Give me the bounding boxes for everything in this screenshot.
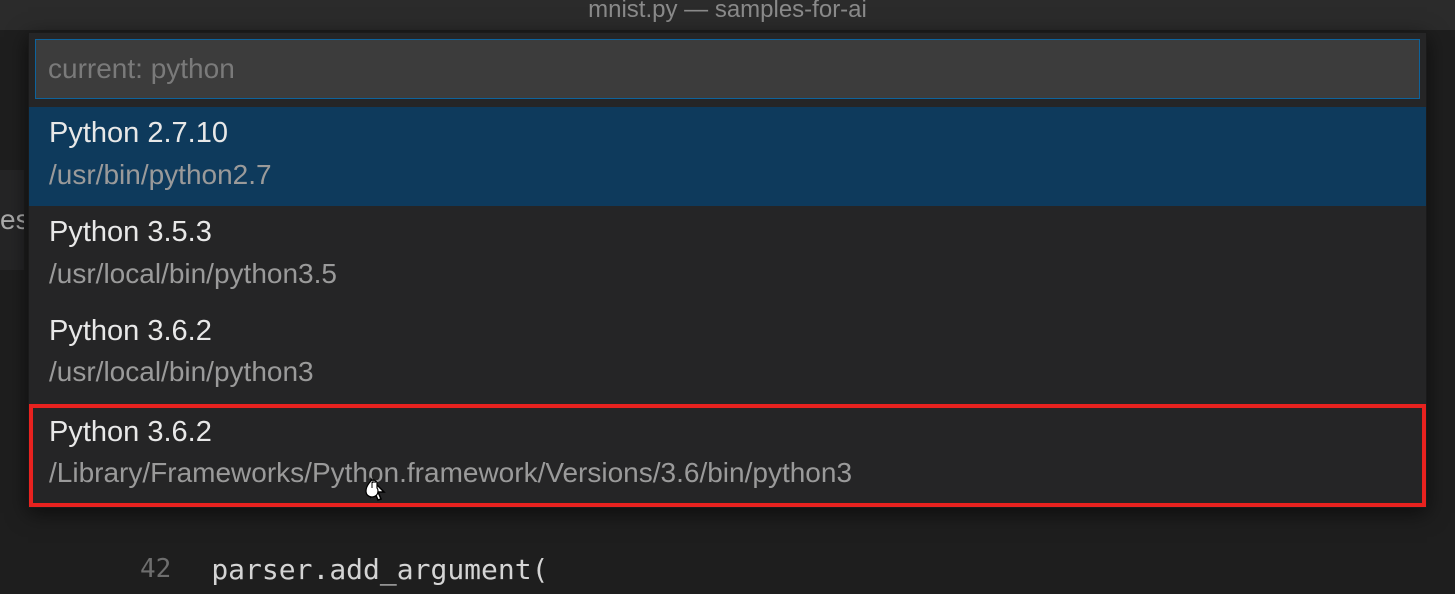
interpreter-search-input[interactable] — [35, 39, 1420, 99]
code-line: parser.add_argument( — [211, 553, 548, 586]
line-number: 42 — [140, 554, 171, 584]
interpreter-option-path: /Library/Frameworks/Python.framework/Ver… — [49, 453, 1406, 492]
editor-area[interactable]: 42 parser.add_argument( — [0, 544, 1455, 594]
quick-pick-input-wrapper — [29, 33, 1426, 105]
interpreter-option-title: Python 3.5.3 — [49, 214, 1406, 252]
quick-pick-panel: Python 2.7.10/usr/bin/python2.7Python 3.… — [28, 32, 1427, 508]
interpreter-option[interactable]: Python 3.5.3/usr/local/bin/python3.5 — [29, 206, 1426, 305]
interpreter-option-path: /usr/local/bin/python3 — [49, 352, 1406, 391]
interpreter-options-list: Python 2.7.10/usr/bin/python2.7Python 3.… — [29, 107, 1426, 507]
interpreter-option[interactable]: Python 3.6.2/usr/local/bin/python3 — [29, 305, 1426, 404]
interpreter-option-path: /usr/local/bin/python3.5 — [49, 254, 1406, 293]
interpreter-option-title: Python 3.6.2 — [49, 414, 1406, 452]
title-bar: mnist.py — samples-for-ai — [0, 0, 1455, 30]
interpreter-option-title: Python 3.6.2 — [49, 313, 1406, 351]
interpreter-option-path: /usr/bin/python2.7 — [49, 155, 1406, 194]
interpreter-option[interactable]: Python 3.6.2/Library/Frameworks/Python.f… — [29, 404, 1426, 507]
side-panel-fragment: es — [0, 170, 24, 270]
interpreter-option[interactable]: Python 2.7.10/usr/bin/python2.7 — [29, 107, 1426, 206]
interpreter-option-title: Python 2.7.10 — [49, 115, 1406, 153]
window-title: mnist.py — samples-for-ai — [588, 0, 867, 24]
